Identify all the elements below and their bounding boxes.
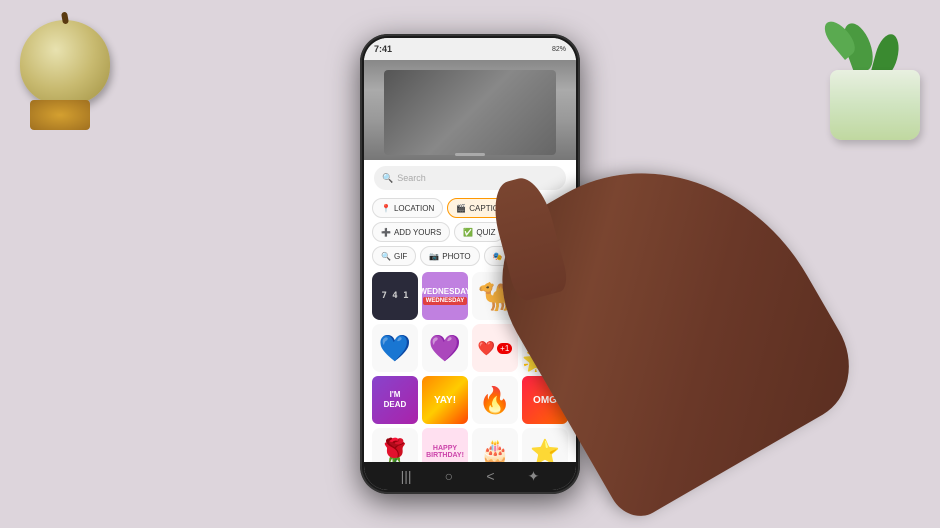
sticker-blue-heart[interactable]: 💙 <box>372 324 418 372</box>
pill-photo-label: PHOTO <box>442 252 470 261</box>
search-placeholder: Search <box>397 173 426 183</box>
sticker-cake[interactable]: 🎂 <box>472 428 518 462</box>
nav-home-icon[interactable]: ○ <box>445 468 453 484</box>
pill-gif-label: GIF <box>394 252 407 261</box>
sticker-purple-heart[interactable]: 💜 <box>422 324 468 372</box>
camera-inner <box>384 70 556 155</box>
sticker-741[interactable]: 7 4 1 <box>372 272 418 320</box>
sticker-birthday[interactable]: HAPPYBIRTHDAY! <box>422 428 468 462</box>
sticker-imdead[interactable]: I'MDEAD <box>372 376 418 424</box>
status-bar: 7:41 82% <box>364 38 576 60</box>
status-icons: 82% <box>552 46 566 53</box>
pill-quiz-label: QUIZ <box>476 228 495 237</box>
clock-base <box>30 100 90 130</box>
marble-apple <box>20 20 110 105</box>
plant-pot <box>830 70 920 140</box>
pill-location[interactable]: 📍 LOCATION <box>372 198 443 218</box>
pill-add-yours[interactable]: ➕ ADD YOURS <box>372 222 450 242</box>
right-decoration <box>805 10 925 140</box>
nav-back-icon[interactable]: < <box>486 468 494 484</box>
sticker-rose[interactable]: 🌹 <box>372 428 418 462</box>
photo-icon: 📷 <box>429 252 439 261</box>
sticker-yay[interactable]: YAY! <box>422 376 468 424</box>
sticker-wednesday[interactable]: WEDNESDAY WEDNESDAY <box>422 272 468 320</box>
pill-location-label: LOCATION <box>394 204 434 213</box>
left-decoration <box>20 20 130 130</box>
gif-icon: 🔍 <box>381 252 391 261</box>
pill-gif[interactable]: 🔍 GIF <box>372 246 416 266</box>
captions-icon: 🎬 <box>456 204 466 213</box>
nav-menu-icon[interactable]: ||| <box>401 468 412 484</box>
sticker-fire[interactable]: 🔥 <box>472 376 518 424</box>
add-yours-icon: ➕ <box>381 228 391 237</box>
location-icon: 📍 <box>381 204 391 213</box>
drag-handle[interactable] <box>455 153 485 156</box>
avatar-icon: 🎭 <box>493 252 503 261</box>
search-icon: 🔍 <box>382 173 393 184</box>
pill-photo[interactable]: 📷 PHOTO <box>420 246 479 266</box>
hand <box>530 158 810 478</box>
camera-preview <box>364 60 576 160</box>
battery-icon: 82% <box>552 46 566 53</box>
pill-add-yours-label: ADD YOURS <box>394 228 441 237</box>
sticker-like[interactable]: ❤️+1 <box>472 324 518 372</box>
quiz-icon: ✅ <box>463 228 473 237</box>
status-time: 7:41 <box>374 44 392 54</box>
